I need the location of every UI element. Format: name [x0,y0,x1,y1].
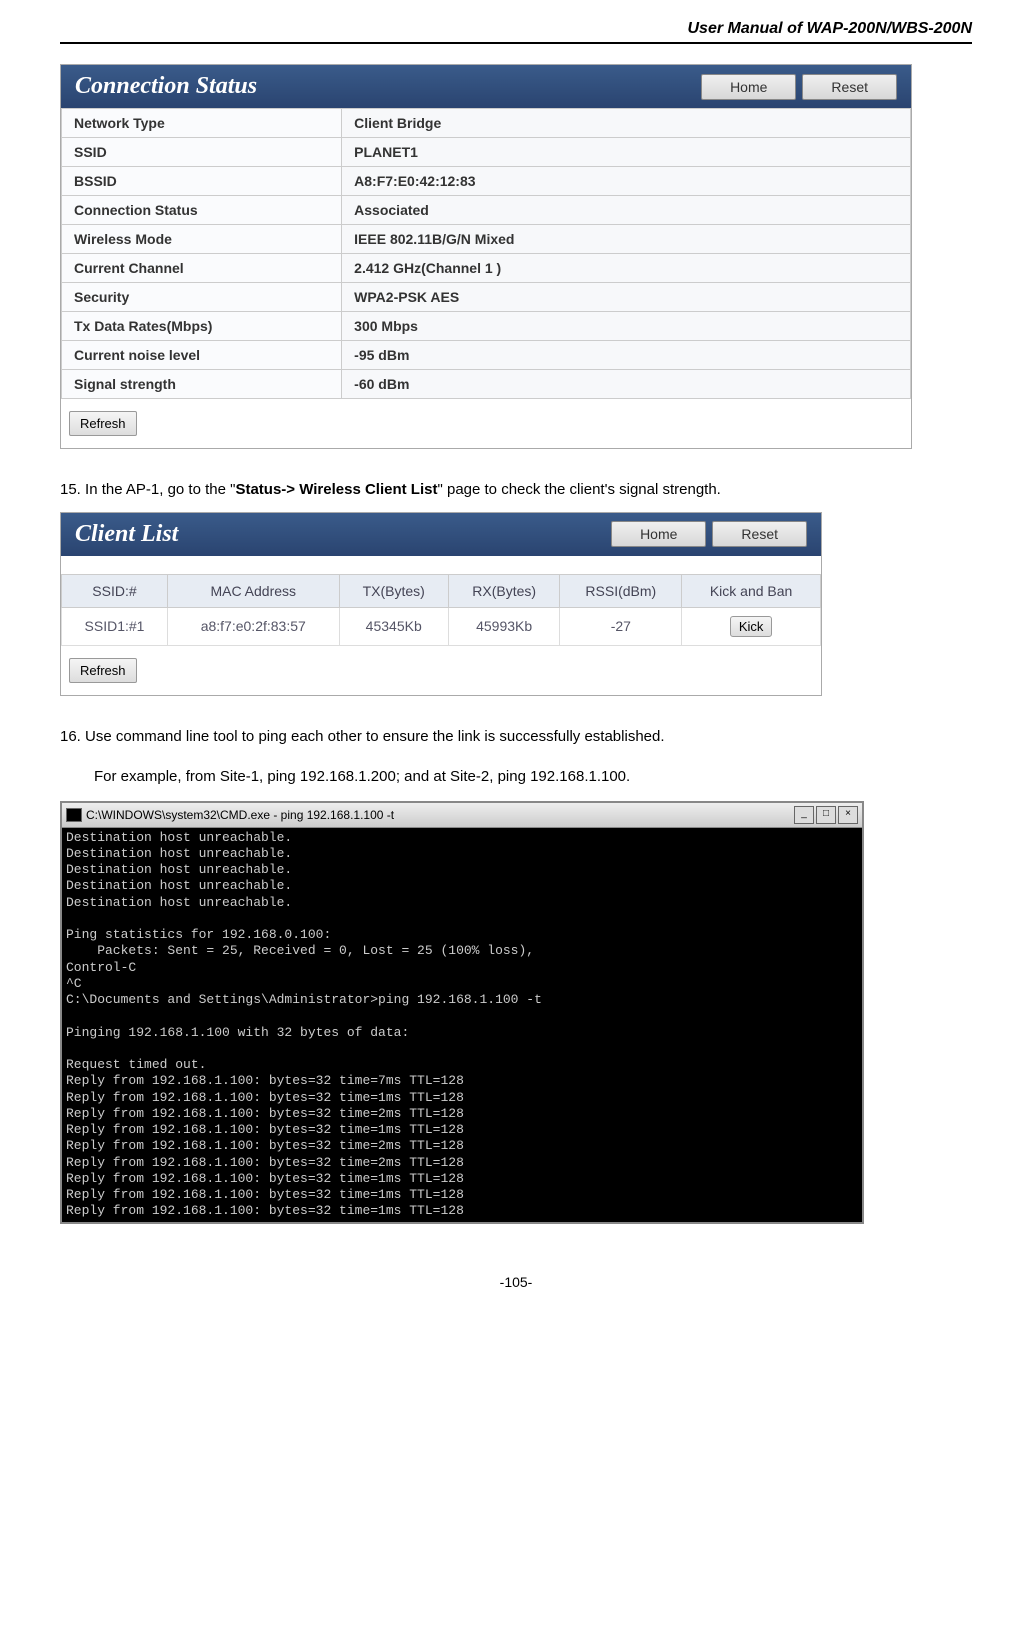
table-row: SSID1:#1 a8:f7:e0:2f:83:57 45345Kb 45993… [62,607,821,645]
cmd-title: C:\WINDOWS\system32\CMD.exe - ping 192.1… [86,808,394,822]
cell-mac: a8:f7:e0:2f:83:57 [167,607,339,645]
maximize-button[interactable]: □ [816,806,836,824]
table-row: Connection StatusAssociated [62,196,911,225]
col-tx: TX(Bytes) [339,574,448,607]
minimize-button[interactable]: _ [794,806,814,824]
step-16: 16. Use command line tool to ping each o… [60,726,972,749]
table-row: Signal strength-60 dBm [62,370,911,399]
step-number: 15. [60,481,81,498]
page-number: -105- [60,1274,972,1290]
status-value: -95 dBm [342,341,911,370]
panel-title: Client List [75,521,178,548]
step-number: 16. [60,728,81,745]
status-value: Associated [342,196,911,225]
kick-button[interactable]: Kick [730,616,773,637]
step-text-bold: Status-> Wireless Client List [235,481,437,498]
step-text-prefix: In the AP-1, go to the " [85,481,235,498]
table-row: Current Channel2.412 GHz(Channel 1 ) [62,254,911,283]
status-value: 300 Mbps [342,312,911,341]
status-value: IEEE 802.11B/G/N Mixed [342,225,911,254]
status-table: Network TypeClient Bridge SSIDPLANET1 BS… [61,108,911,399]
cmd-window: C:\WINDOWS\system32\CMD.exe - ping 192.1… [60,801,864,1224]
doc-header: User Manual of WAP-200N/WBS-200N [60,20,972,38]
cell-rx: 45993Kb [448,607,560,645]
home-button[interactable]: Home [701,74,796,100]
table-row: SSIDPLANET1 [62,138,911,167]
panel-header: Client List Home Reset [61,513,821,556]
status-label: Network Type [62,109,342,138]
connection-status-panel: Connection Status Home Reset Network Typ… [60,64,912,449]
status-value: A8:F7:E0:42:12:83 [342,167,911,196]
table-header-row: SSID:# MAC Address TX(Bytes) RX(Bytes) R… [62,574,821,607]
step-16-line2: For example, from Site-1, ping 192.168.1… [94,766,972,789]
status-value: WPA2-PSK AES [342,283,911,312]
col-rssi: RSSI(dBm) [560,574,682,607]
cmd-titlebar: C:\WINDOWS\system32\CMD.exe - ping 192.1… [62,803,862,828]
cmd-icon [66,808,82,822]
status-label: BSSID [62,167,342,196]
status-label: Security [62,283,342,312]
status-value: 2.412 GHz(Channel 1 ) [342,254,911,283]
col-rx: RX(Bytes) [448,574,560,607]
table-row: Wireless ModeIEEE 802.11B/G/N Mixed [62,225,911,254]
status-label: Wireless Mode [62,225,342,254]
refresh-button[interactable]: Refresh [69,658,137,683]
status-label: Current noise level [62,341,342,370]
client-table: SSID:# MAC Address TX(Bytes) RX(Bytes) R… [61,574,821,646]
table-row: SecurityWPA2-PSK AES [62,283,911,312]
status-label: Tx Data Rates(Mbps) [62,312,342,341]
status-label: Current Channel [62,254,342,283]
close-button[interactable]: × [838,806,858,824]
cell-tx: 45345Kb [339,607,448,645]
status-value: -60 dBm [342,370,911,399]
cell-kick: Kick [682,607,821,645]
step-text-suffix: " page to check the client's signal stre… [437,481,720,498]
reset-button[interactable]: Reset [802,74,897,100]
step-text: Use command line tool to ping each other… [85,728,664,745]
panel-title: Connection Status [75,73,257,100]
table-row: Network TypeClient Bridge [62,109,911,138]
status-label: Connection Status [62,196,342,225]
col-mac: MAC Address [167,574,339,607]
status-value: PLANET1 [342,138,911,167]
panel-header: Connection Status Home Reset [61,65,911,108]
table-row: BSSIDA8:F7:E0:42:12:83 [62,167,911,196]
client-list-panel: Client List Home Reset SSID:# MAC Addres… [60,512,822,696]
step-15: 15. In the AP-1, go to the "Status-> Wir… [60,479,972,502]
reset-button[interactable]: Reset [712,521,807,547]
table-row: Current noise level-95 dBm [62,341,911,370]
cell-rssi: -27 [560,607,682,645]
status-value: Client Bridge [342,109,911,138]
col-ssid: SSID:# [62,574,168,607]
home-button[interactable]: Home [611,521,706,547]
refresh-button[interactable]: Refresh [69,411,137,436]
col-kick: Kick and Ban [682,574,821,607]
cell-ssid: SSID1:#1 [62,607,168,645]
status-label: Signal strength [62,370,342,399]
cmd-output: Destination host unreachable. Destinatio… [62,828,862,1222]
header-divider [60,42,972,44]
table-row: Tx Data Rates(Mbps)300 Mbps [62,312,911,341]
status-label: SSID [62,138,342,167]
